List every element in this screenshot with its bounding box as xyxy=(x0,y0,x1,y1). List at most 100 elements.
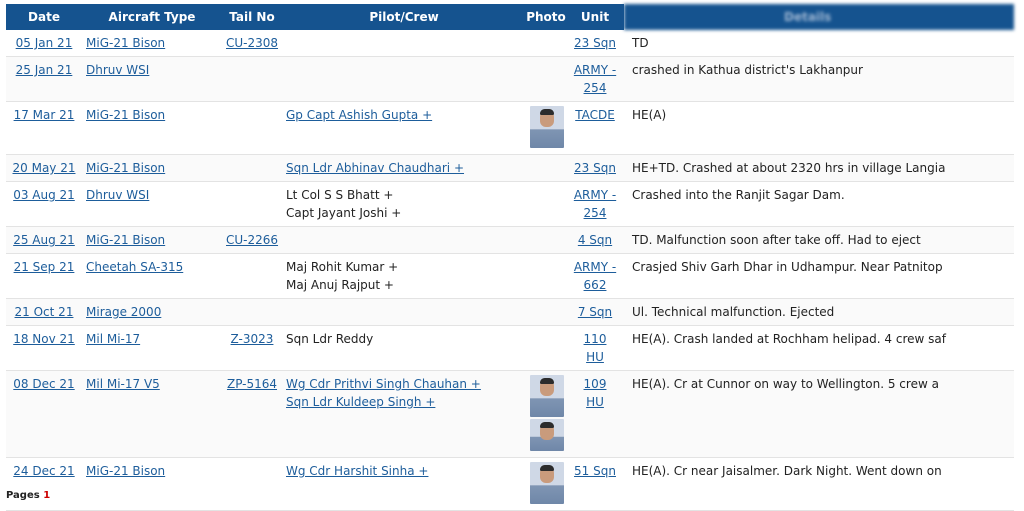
crew-link[interactable]: Wg Cdr Prithvi Singh Chauhan + xyxy=(286,377,481,391)
cell-unit: ARMY - 662 xyxy=(566,253,624,299)
date-link[interactable]: 21 Oct 21 xyxy=(15,305,74,319)
aircraft-link[interactable]: MiG-21 Bison xyxy=(86,161,165,175)
aircraft-link[interactable]: Mil Mi-17 V5 xyxy=(86,377,160,391)
cell-crew: Wg Cdr Prithvi Singh Chauhan + Sqn Ldr Ku… xyxy=(282,370,526,458)
crew-link[interactable]: Sqn Ldr Abhinav Chaudhari + xyxy=(286,161,464,175)
table-row: 08 Dec 21 Mil Mi-17 V5 ZP-5164 Wg Cdr Prith… xyxy=(6,370,1014,458)
col-details: Details xyxy=(624,4,1014,30)
pilot-photo[interactable] xyxy=(530,375,564,417)
crew-member[interactable]: Sqn Ldr Abhinav Chaudhari + xyxy=(286,159,522,177)
unit-link[interactable]: ARMY - 254 xyxy=(573,61,617,97)
date-link[interactable]: 08 Dec 21 xyxy=(13,377,74,391)
cell-crew: Lt Col S S Bhatt + Capt Jayant Joshi + xyxy=(282,181,526,227)
cell-tail xyxy=(222,457,282,511)
date-link[interactable]: 17 Mar 21 xyxy=(14,108,75,122)
aircraft-link[interactable]: MiG-21 Bison xyxy=(86,108,165,122)
pager-current[interactable]: 1 xyxy=(43,490,50,501)
cell-date: 20 May 21 xyxy=(6,154,82,182)
cell-unit: 7 Sqn xyxy=(566,298,624,326)
unit-link[interactable]: ARMY - 662 xyxy=(573,258,617,294)
crew-member: Sqn Ldr Reddy xyxy=(286,332,374,346)
date-link[interactable]: 05 Jan 21 xyxy=(16,36,73,50)
unit-link[interactable]: TACDE xyxy=(573,106,617,124)
cell-photo xyxy=(526,30,566,57)
cell-tail: CU-2308 xyxy=(222,30,282,57)
pilot-photo[interactable] xyxy=(530,106,564,148)
cell-crew: Maj Rohit Kumar + Maj Anuj Rajput + xyxy=(282,253,526,299)
date-link[interactable]: 24 Dec 21 xyxy=(13,464,74,478)
col-aircraft-type[interactable]: Aircraft Type xyxy=(82,4,222,30)
aircraft-link[interactable]: MiG-21 Bison xyxy=(86,36,165,50)
unit-link[interactable]: 7 Sqn xyxy=(573,303,617,321)
aircraft-link[interactable]: Cheetah SA-315 xyxy=(86,260,183,274)
cell-details: Crasjed Shiv Garh Dhar in Udhampur. Near… xyxy=(624,253,1014,299)
aircraft-link[interactable]: MiG-21 Bison xyxy=(86,233,165,247)
col-photo: Photo xyxy=(526,4,566,30)
crew-link[interactable]: Sqn Ldr Kuldeep Singh + xyxy=(286,395,435,409)
date-link[interactable]: 25 Jan 21 xyxy=(16,63,73,77)
crew-member[interactable]: Gp Capt Ashish Gupta + xyxy=(286,106,522,124)
cell-crew: Sqn Ldr Reddy xyxy=(282,325,526,371)
cell-unit: ARMY - 254 xyxy=(566,181,624,227)
cell-tail xyxy=(222,298,282,326)
cell-details: TD xyxy=(624,30,1014,57)
cell-date: 17 Mar 21 xyxy=(6,101,82,155)
cell-details: HE+TD. Crashed at about 2320 hrs in vill… xyxy=(624,154,1014,182)
cell-crew xyxy=(282,30,526,57)
crew-member[interactable]: Sqn Ldr Kuldeep Singh + xyxy=(286,393,522,411)
unit-link[interactable]: 110 HU xyxy=(573,330,617,366)
aircraft-link[interactable]: Mil Mi-17 xyxy=(86,332,140,346)
cell-tail xyxy=(222,181,282,227)
date-link[interactable]: 03 Aug 21 xyxy=(13,188,75,202)
cell-photo xyxy=(526,56,566,102)
cell-crew xyxy=(282,298,526,326)
unit-link[interactable]: 4 Sqn xyxy=(573,231,617,249)
table-row: 24 Dec 21 MiG-21 Bison Wg Cdr Harshit Sinh… xyxy=(6,457,1014,511)
cell-aircraft: Mil Mi-17 V5 xyxy=(82,370,222,458)
details-text: TD xyxy=(632,36,649,50)
crew-member[interactable]: Wg Cdr Harshit Sinha + xyxy=(286,462,522,480)
unit-link[interactable]: 23 Sqn xyxy=(573,159,617,177)
unit-link[interactable]: 51 Sqn xyxy=(573,462,617,480)
cell-photo xyxy=(526,325,566,371)
cell-details: TD. Malfunction soon after take off. Had… xyxy=(624,226,1014,254)
pager-label: Pages xyxy=(6,490,40,501)
col-date[interactable]: Date xyxy=(6,4,82,30)
tail-link[interactable]: Z-3023 xyxy=(231,332,274,346)
crew-member: Maj Rohit Kumar + xyxy=(286,260,399,274)
unit-link[interactable]: ARMY - 254 xyxy=(573,186,617,222)
pager: Pages 1 xyxy=(6,490,50,501)
table-row: 25 Jan 21 Dhruv WSI ARMY - 254 crashed in K… xyxy=(6,56,1014,102)
col-unit[interactable]: Unit xyxy=(566,4,624,30)
details-text: HE(A) xyxy=(632,108,667,122)
aircraft-link[interactable]: Dhruv WSI xyxy=(86,63,149,77)
aircraft-link[interactable]: Mirage 2000 xyxy=(86,305,161,319)
aircraft-link[interactable]: MiG-21 Bison xyxy=(86,464,165,478)
cell-aircraft: Cheetah SA-315 xyxy=(82,253,222,299)
crew-member[interactable]: Wg Cdr Prithvi Singh Chauhan + xyxy=(286,375,522,393)
date-link[interactable]: 20 May 21 xyxy=(13,161,76,175)
date-link[interactable]: 25 Aug 21 xyxy=(13,233,75,247)
pilot-photo[interactable] xyxy=(530,419,564,451)
unit-link[interactable]: 109 HU xyxy=(573,375,617,411)
tail-link[interactable]: CU-2308 xyxy=(226,36,278,50)
cell-details: Crashed into the Ranjit Sagar Dam. xyxy=(624,181,1014,227)
details-text: HE+TD. Crashed at about 2320 hrs in vill… xyxy=(632,161,946,175)
cell-crew: Gp Capt Ashish Gupta + xyxy=(282,101,526,155)
tail-link[interactable]: ZP-5164 xyxy=(227,377,277,391)
col-tail-no[interactable]: Tail No xyxy=(222,4,282,30)
crew-link[interactable]: Gp Capt Ashish Gupta + xyxy=(286,108,432,122)
cell-date: 25 Aug 21 xyxy=(6,226,82,254)
date-link[interactable]: 21 Sep 21 xyxy=(14,260,75,274)
crew-member: Capt Jayant Joshi + xyxy=(286,206,402,220)
crew-link[interactable]: Wg Cdr Harshit Sinha + xyxy=(286,464,428,478)
pilot-photo[interactable] xyxy=(530,462,564,504)
cell-aircraft: MiG-21 Bison xyxy=(82,226,222,254)
date-link[interactable]: 18 Nov 21 xyxy=(13,332,75,346)
details-text: HE(A). Cr at Cunnor on way to Wellington… xyxy=(632,377,939,391)
col-pilot-crew[interactable]: Pilot/Crew xyxy=(282,4,526,30)
aircraft-link[interactable]: Dhruv WSI xyxy=(86,188,149,202)
unit-link[interactable]: 23 Sqn xyxy=(573,34,617,52)
tail-link[interactable]: CU-2266 xyxy=(226,233,278,247)
cell-tail xyxy=(222,253,282,299)
